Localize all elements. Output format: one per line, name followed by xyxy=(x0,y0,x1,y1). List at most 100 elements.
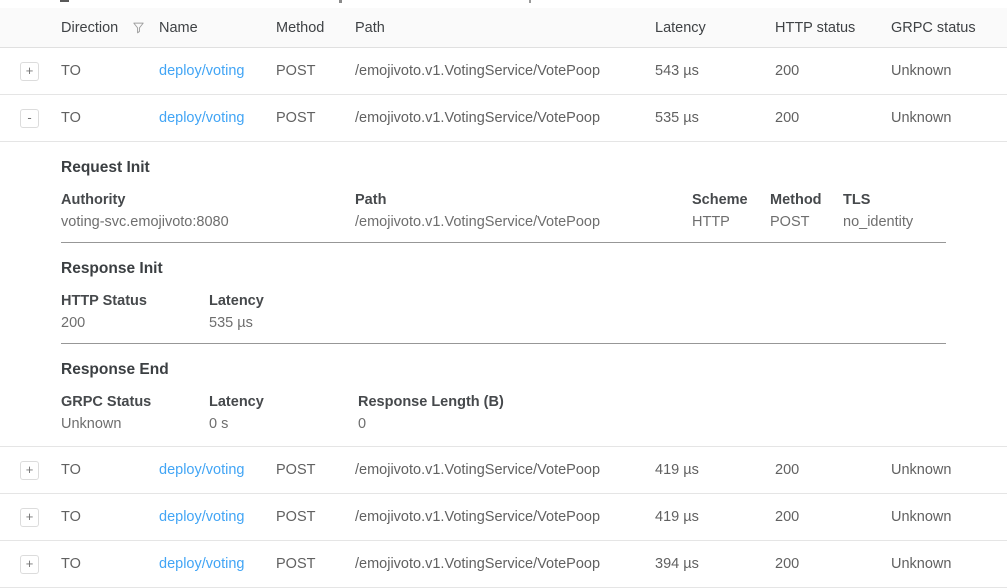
clipped-text-fragment xyxy=(60,0,69,2)
direction-cell: TO xyxy=(61,509,159,525)
field-value: /emojivoto.v1.VotingService/VotePoop xyxy=(355,212,682,232)
field-value: Unknown xyxy=(61,414,199,434)
section-divider xyxy=(61,343,946,344)
detail-field: GRPC Status Unknown xyxy=(61,392,209,434)
detail-field: Method POST xyxy=(770,190,843,232)
table-row: + TO deploy/voting POST /emojivoto.v1.Vo… xyxy=(0,447,1007,494)
latency-cell: 543 µs xyxy=(655,63,775,79)
expander-sign: + xyxy=(26,462,34,478)
grpc-status-cell: Unknown xyxy=(891,110,1007,126)
expander-sign: - xyxy=(27,110,31,126)
direction-cell: TO xyxy=(61,462,159,478)
filter-funnel-icon[interactable] xyxy=(131,20,146,35)
expand-row-button[interactable]: + xyxy=(20,62,39,81)
field-label: Path xyxy=(355,190,682,210)
header-cell-http-status: HTTP status xyxy=(775,20,891,36)
clipped-previous-row xyxy=(0,0,1007,8)
http-status-cell: 200 xyxy=(775,509,891,525)
path-cell: /emojivoto.v1.VotingService/VotePoop xyxy=(355,556,655,572)
section-divider xyxy=(61,242,946,243)
section-title: Request Init xyxy=(61,158,946,178)
expand-row-button[interactable]: + xyxy=(20,508,39,527)
direction-header-label: Direction xyxy=(61,20,118,36)
expand-cell: + xyxy=(0,508,61,527)
path-cell: /emojivoto.v1.VotingService/VotePoop xyxy=(355,462,655,478)
http-status-cell: 200 xyxy=(775,462,891,478)
method-cell: POST xyxy=(276,556,355,572)
http-status-cell: 200 xyxy=(775,63,891,79)
method-cell: POST xyxy=(276,63,355,79)
field-label: Scheme xyxy=(692,190,760,210)
http-status-cell: 200 xyxy=(775,110,891,126)
expand-cell: - xyxy=(0,109,61,128)
field-value: 200 xyxy=(61,313,199,333)
expand-row-button[interactable]: + xyxy=(20,555,39,574)
grpc-status-cell: Unknown xyxy=(891,556,1007,572)
clipped-text-fragment xyxy=(529,0,531,3)
grpc-status-cell: Unknown xyxy=(891,462,1007,478)
detail-field: Scheme HTTP xyxy=(692,190,770,232)
expander-sign: + xyxy=(26,509,34,525)
method-cell: POST xyxy=(276,509,355,525)
response-init-section: Response Init HTTP Status 200 Latency 53… xyxy=(61,259,946,344)
request-init-section: Request Init Authority voting-svc.emojiv… xyxy=(61,158,946,243)
name-link[interactable]: deploy/voting xyxy=(159,556,244,572)
http-status-cell: 200 xyxy=(775,556,891,572)
field-label: Method xyxy=(770,190,833,210)
detail-field: Latency 535 µs xyxy=(209,291,274,333)
section-title: Response End xyxy=(61,360,946,380)
name-link[interactable]: deploy/voting xyxy=(159,509,244,525)
grpc-status-cell: Unknown xyxy=(891,63,1007,79)
path-cell: /emojivoto.v1.VotingService/VotePoop xyxy=(355,63,655,79)
name-link[interactable]: deploy/voting xyxy=(159,462,244,478)
section-title: Response Init xyxy=(61,259,946,279)
expand-row-button[interactable]: - xyxy=(20,109,39,128)
tap-results-table: Direction Name Method Path Latency HTTP … xyxy=(0,0,1007,586)
table-row: + TO deploy/voting POST /emojivoto.v1.Vo… xyxy=(0,494,1007,541)
path-cell: /emojivoto.v1.VotingService/VotePoop xyxy=(355,110,655,126)
detail-field: Latency 0 s xyxy=(209,392,358,434)
section-fields: GRPC Status Unknown Latency 0 s Response… xyxy=(61,392,946,434)
header-cell-path: Path xyxy=(355,20,655,36)
expand-cell: + xyxy=(0,62,61,81)
name-cell: deploy/voting xyxy=(159,556,276,572)
header-cell-grpc-status: GRPC status xyxy=(891,20,1007,36)
path-cell: /emojivoto.v1.VotingService/VotePoop xyxy=(355,509,655,525)
name-cell: deploy/voting xyxy=(159,63,276,79)
response-end-section: Response End GRPC Status Unknown Latency… xyxy=(61,360,946,434)
field-label: Authority xyxy=(61,190,345,210)
clipped-text-fragment xyxy=(339,0,342,3)
name-cell: deploy/voting xyxy=(159,509,276,525)
field-label: HTTP Status xyxy=(61,291,199,311)
direction-cell: TO xyxy=(61,110,159,126)
field-value: 535 µs xyxy=(209,313,264,333)
latency-cell: 535 µs xyxy=(655,110,775,126)
name-link[interactable]: deploy/voting xyxy=(159,110,244,126)
expander-sign: + xyxy=(26,556,34,572)
field-value: HTTP xyxy=(692,212,760,232)
expand-row-button[interactable]: + xyxy=(20,461,39,480)
latency-cell: 419 µs xyxy=(655,509,775,525)
header-cell-name: Name xyxy=(159,20,276,36)
detail-field: Authority voting-svc.emojivoto:8080 xyxy=(61,190,355,232)
field-value: no_identity xyxy=(843,212,913,232)
table-row: - TO deploy/voting POST /emojivoto.v1.Vo… xyxy=(0,95,1007,142)
name-cell: deploy/voting xyxy=(159,110,276,126)
detail-field: Response Length (B) 0 xyxy=(358,392,514,434)
method-cell: POST xyxy=(276,462,355,478)
method-cell: POST xyxy=(276,110,355,126)
header-cell-latency: Latency xyxy=(655,20,775,36)
expand-cell: + xyxy=(0,461,61,480)
header-cell-method: Method xyxy=(276,20,355,36)
field-label: Latency xyxy=(209,392,348,412)
grpc-status-cell: Unknown xyxy=(891,509,1007,525)
expand-cell: + xyxy=(0,555,61,574)
field-value: voting-svc.emojivoto:8080 xyxy=(61,212,345,232)
latency-cell: 419 µs xyxy=(655,462,775,478)
field-value: 0 xyxy=(358,414,504,434)
detail-field: Path /emojivoto.v1.VotingService/VotePoo… xyxy=(355,190,692,232)
field-label: Response Length (B) xyxy=(358,392,504,412)
name-link[interactable]: deploy/voting xyxy=(159,63,244,79)
direction-cell: TO xyxy=(61,556,159,572)
expanded-row-detail: Request Init Authority voting-svc.emojiv… xyxy=(0,158,1007,447)
